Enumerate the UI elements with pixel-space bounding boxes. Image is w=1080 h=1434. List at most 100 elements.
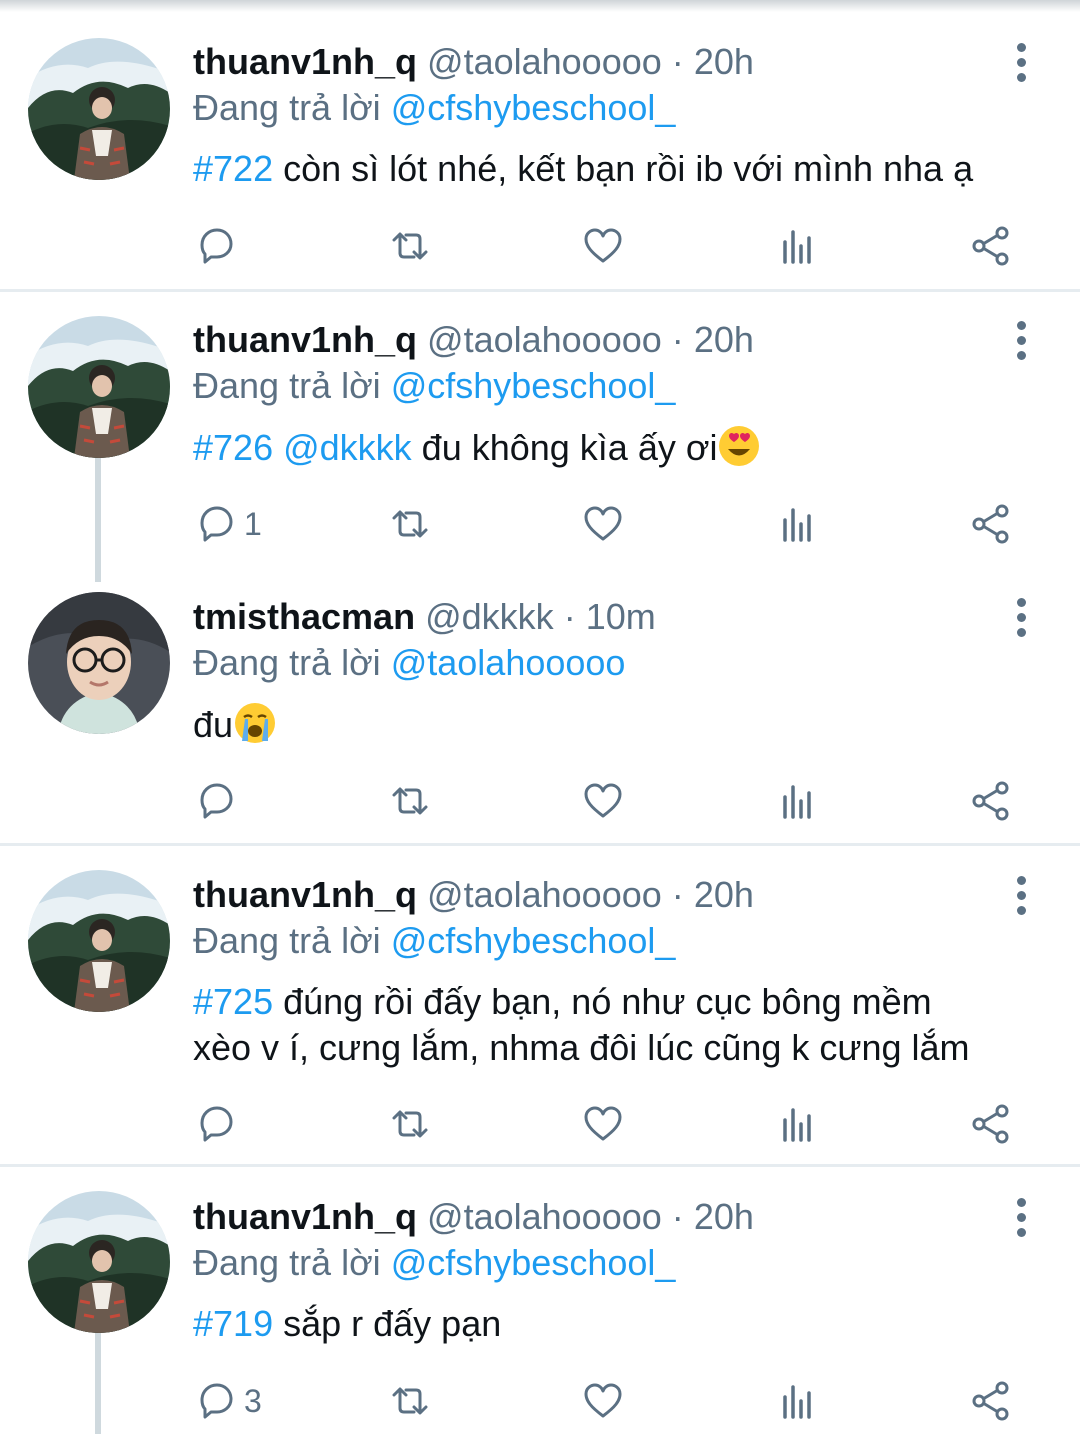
retweet-button[interactable] <box>388 221 432 271</box>
display-name[interactable]: thuanv1nh_q <box>193 41 417 82</box>
avatar[interactable] <box>28 1191 170 1333</box>
reply-icon <box>194 1102 238 1146</box>
reply-button[interactable] <box>194 221 244 271</box>
mention-link[interactable]: @dkkkk <box>273 427 412 468</box>
share-icon <box>969 1379 1013 1423</box>
analytics-button[interactable] <box>775 499 819 549</box>
retweet-button[interactable] <box>388 499 432 549</box>
retweet-icon <box>388 1379 432 1423</box>
separator-dot: · <box>671 1196 684 1237</box>
display-name[interactable]: thuanv1nh_q <box>193 319 417 360</box>
retweet-button[interactable] <box>388 776 432 826</box>
like-icon <box>581 779 625 823</box>
tweet-text: #725 đúng rồi đấy bạn, nó như cục bông m… <box>193 979 1033 1071</box>
like-button[interactable] <box>581 221 625 271</box>
analytics-icon <box>775 1379 819 1423</box>
like-icon <box>581 502 625 546</box>
user-handle[interactable]: @taolahooooo <box>427 874 662 915</box>
like-icon <box>581 1102 625 1146</box>
like-icon <box>581 1379 625 1423</box>
separator-dot: · <box>671 874 684 915</box>
replying-to-mention[interactable]: @cfshybeschool_ <box>391 365 676 406</box>
retweet-button[interactable] <box>388 1376 432 1426</box>
tweet-card[interactable]: thuanv1nh_q @taolahooooo · 20h Đang trả … <box>0 1167 1080 1434</box>
timestamp[interactable]: 20h <box>694 1196 754 1237</box>
replying-to-mention[interactable]: @cfshybeschool_ <box>391 1242 676 1283</box>
share-icon <box>969 502 1013 546</box>
analytics-button[interactable] <box>775 1376 819 1426</box>
timestamp[interactable]: 10m <box>586 596 656 637</box>
replying-to: Đang trả lời @cfshybeschool_ <box>193 86 675 130</box>
tweet-text-content: đu không kìa ấy ơi <box>411 427 718 468</box>
avatar[interactable] <box>28 38 170 180</box>
hashtag-link[interactable]: #725 <box>193 981 273 1022</box>
display-name[interactable]: thuanv1nh_q <box>193 874 417 915</box>
user-handle[interactable]: @taolahooooo <box>427 1196 662 1237</box>
like-button[interactable] <box>581 499 625 549</box>
analytics-button[interactable] <box>775 1099 819 1149</box>
retweet-button[interactable] <box>388 1099 432 1149</box>
replying-to-mention[interactable]: @cfshybeschool_ <box>391 920 676 961</box>
avatar[interactable] <box>28 316 170 458</box>
tweet-text-content: còn sì lót nhé, kết bạn rồi ib với mình … <box>273 148 974 189</box>
reply-icon <box>194 502 238 546</box>
replying-to: Đang trả lời @cfshybeschool_ <box>193 919 675 963</box>
share-button[interactable] <box>969 776 1013 826</box>
timestamp[interactable]: 20h <box>694 874 754 915</box>
tweet-header: tmisthacman @dkkkk · 10m <box>193 595 656 639</box>
reply-icon <box>194 224 238 268</box>
replying-to: Đang trả lời @taolahooooo <box>193 641 625 685</box>
tweet-card[interactable]: tmisthacman @dkkkk · 10m Đang trả lời @t… <box>0 570 1080 844</box>
display-name[interactable]: thuanv1nh_q <box>193 1196 417 1237</box>
user-handle[interactable]: @taolahooooo <box>427 319 662 360</box>
more-options-icon[interactable] <box>1006 40 1036 84</box>
reply-button[interactable]: 1 <box>194 499 262 549</box>
heart-eyes-emoji-icon <box>717 424 761 468</box>
more-options-icon[interactable] <box>1006 1195 1036 1239</box>
share-button[interactable] <box>969 1099 1013 1149</box>
replying-prefix: Đang trả lời <box>193 642 381 683</box>
share-button[interactable] <box>969 1376 1013 1426</box>
tweet-card[interactable]: thuanv1nh_q @taolahooooo · 20h Đang trả … <box>0 846 1080 1166</box>
user-handle[interactable]: @dkkkk <box>425 596 554 637</box>
tweet-card[interactable]: thuanv1nh_q @taolahooooo · 20h Đang trả … <box>0 0 1080 290</box>
avatar[interactable] <box>28 870 170 1012</box>
hashtag-link[interactable]: #722 <box>193 148 273 189</box>
avatar[interactable] <box>28 592 170 734</box>
user-handle[interactable]: @taolahooooo <box>427 41 662 82</box>
more-options-icon[interactable] <box>1006 873 1036 917</box>
share-button[interactable] <box>969 221 1013 271</box>
timestamp[interactable]: 20h <box>694 319 754 360</box>
hashtag-link[interactable]: #726 <box>193 427 273 468</box>
hashtag-link[interactable]: #719 <box>193 1303 273 1344</box>
more-options-icon[interactable] <box>1006 318 1036 362</box>
share-button[interactable] <box>969 499 1013 549</box>
analytics-button[interactable] <box>775 221 819 271</box>
tweet-card[interactable]: thuanv1nh_q @taolahooooo · 20h Đang trả … <box>0 292 1080 582</box>
replying-to: Đang trả lời @cfshybeschool_ <box>193 1241 675 1285</box>
retweet-icon <box>388 224 432 268</box>
display-name[interactable]: tmisthacman <box>193 596 415 637</box>
replying-prefix: Đang trả lời <box>193 1242 381 1283</box>
tweet-actions <box>0 221 1080 271</box>
retweet-icon <box>388 502 432 546</box>
like-button[interactable] <box>581 776 625 826</box>
analytics-icon <box>775 779 819 823</box>
tweet-header: thuanv1nh_q @taolahooooo · 20h <box>193 873 754 917</box>
like-button[interactable] <box>581 1376 625 1426</box>
replying-to-mention[interactable]: @cfshybeschool_ <box>391 87 676 128</box>
reply-button[interactable] <box>194 776 244 826</box>
share-icon <box>969 224 1013 268</box>
timestamp[interactable]: 20h <box>694 41 754 82</box>
like-button[interactable] <box>581 1099 625 1149</box>
tweet-actions <box>0 1099 1080 1149</box>
separator-dot: · <box>671 41 684 82</box>
analytics-button[interactable] <box>775 776 819 826</box>
reply-button[interactable]: 3 <box>194 1376 262 1426</box>
more-options-icon[interactable] <box>1006 595 1036 639</box>
share-icon <box>969 779 1013 823</box>
reply-button[interactable] <box>194 1099 244 1149</box>
replying-to-mention[interactable]: @taolahooooo <box>391 642 626 683</box>
tweet-actions: 1 <box>0 499 1080 549</box>
tweet-header: thuanv1nh_q @taolahooooo · 20h <box>193 40 754 84</box>
